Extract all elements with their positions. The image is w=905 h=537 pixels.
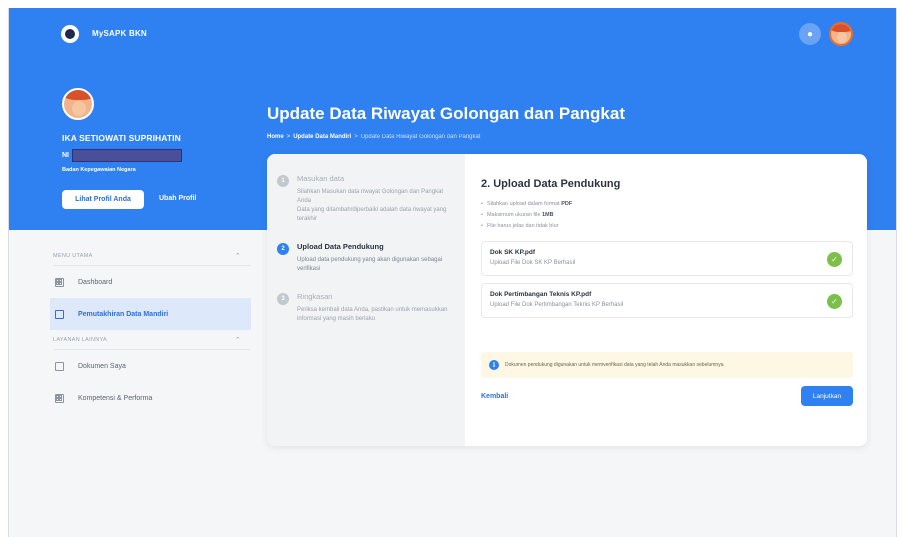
sidebar-item-dashboard[interactable]: Dashboard	[53, 266, 251, 298]
user-avatar[interactable]	[829, 22, 853, 46]
file-status: Upload File Dok SK KP Berhasil	[490, 260, 576, 266]
upload-rules: • Silahkan upload dalam format PDF • Maksi…	[481, 201, 853, 229]
step-description: Upload data pendukung yang akan digunaka…	[297, 257, 443, 272]
info-notice: i Dokumen pendukung digunakan untuk memv…	[481, 352, 853, 378]
next-button[interactable]: Lanjutkan	[801, 386, 853, 406]
sidebar-item-dokumen-saya[interactable]: Dokumen Saya	[53, 350, 251, 382]
view-profile-button[interactable]: Lihat Profil Anda	[62, 190, 144, 209]
file-name: Dok Pertimbangan Teknis KP.pdf	[490, 291, 592, 298]
breadcrumb-current: Update Data Riwayat Golongan dan Pangkat	[360, 134, 481, 140]
profile-name: IKA SETIOWATI SUPRIHATIN	[62, 133, 181, 143]
bell-icon[interactable]: ●	[799, 23, 821, 45]
sidebar-section-label: MENU UTAMA	[53, 252, 93, 259]
breadcrumb-home[interactable]: Home	[267, 134, 284, 140]
agency-name: Badan Kepegawaian Negara	[62, 167, 136, 173]
sidebar-item-label: Dokumen Saya	[78, 362, 126, 370]
nip-row: NI	[62, 149, 182, 162]
stepper: 1 Masukan data Silahkan Masukan data riw…	[267, 154, 465, 446]
sidebar-item-label: Dashboard	[78, 278, 113, 286]
step-title: Ringkasan	[297, 292, 333, 301]
sidebar-section-other[interactable]: LAYANAN LAINNYA ⌃	[53, 330, 251, 350]
upload-rule: • Maksimum ukuran file 1MB	[481, 212, 554, 218]
file-card-pertimbangan-teknis[interactable]: Dok Pertimbangan Teknis KP.pdf Upload Fi…	[481, 283, 853, 318]
app-frame: MySAPK BKN ● IKA SETIOWATI SUPRIHATIN NI…	[8, 8, 897, 537]
back-button[interactable]: Kembali	[481, 393, 508, 400]
sidebar-section-main[interactable]: MENU UTAMA ⌃	[53, 246, 251, 266]
wizard-actions: Kembali Lanjutkan	[481, 386, 853, 406]
file-status: Upload File Dok Pertimbangan Teknis KP B…	[490, 302, 624, 308]
app-name: MySAPK BKN	[92, 29, 147, 38]
profile-avatar	[62, 88, 94, 120]
file-name: Dok SK KP.pdf	[490, 249, 536, 256]
breadcrumb: Home > Update Data Mandiri > Update Data…	[267, 134, 480, 140]
step-number: 2	[277, 243, 289, 255]
dashboard-icon	[55, 277, 64, 287]
sidebar-item-label: Kompetensi & Performa	[78, 394, 153, 402]
sidebar: MENU UTAMA ⌃ Dashboard Pemutakhiran Data…	[50, 246, 251, 414]
sidebar-item-kompetensi[interactable]: Kompetensi & Performa	[53, 382, 251, 414]
upload-rule: • Silahkan upload dalam format PDF	[481, 201, 573, 207]
breadcrumb-update-data[interactable]: Update Data Mandiri	[293, 134, 351, 140]
step-number: 3	[277, 293, 289, 305]
upload-panel: 2. Upload Data Pendukung • Silahkan uploa…	[481, 178, 853, 406]
step-input-data: 1 Masukan data Silahkan Masukan data riw…	[277, 174, 451, 224]
page-title: Update Data Riwayat Golongan dan Pangkat	[267, 104, 626, 123]
check-circle-icon: ✓	[827, 252, 842, 267]
list-icon	[55, 309, 64, 319]
chevron-up-icon[interactable]: ⌃	[235, 336, 241, 344]
step-upload: 2 Upload Data Pendukung Upload data pend…	[277, 242, 451, 274]
check-circle-icon: ✓	[827, 294, 842, 309]
breadcrumb-separator: >	[354, 134, 358, 140]
step-title: Upload Data Pendukung	[297, 242, 384, 251]
nip-label: NI	[62, 152, 69, 159]
file-card-sk-kp[interactable]: Dok SK KP.pdf Upload File Dok SK KP Berh…	[481, 241, 853, 276]
chart-icon	[55, 393, 64, 403]
chevron-up-icon[interactable]: ⌃	[235, 252, 241, 260]
step-number: 1	[277, 175, 289, 187]
notice-text: Dokumen pendukung digunakan untuk memver…	[505, 362, 724, 368]
upload-title: 2. Upload Data Pendukung	[481, 178, 621, 190]
wizard-card: 1 Masukan data Silahkan Masukan data riw…	[267, 154, 867, 446]
step-title: Masukan data	[297, 174, 345, 183]
step-description: Silahkan Masukan data riwayat Golongan d…	[297, 189, 447, 222]
bkn-logo-icon[interactable]	[61, 25, 79, 43]
sidebar-item-label: Pemutakhiran Data Mandiri	[78, 310, 169, 318]
nip-redacted	[72, 149, 182, 162]
sidebar-item-pemutakhiran-data[interactable]: Pemutakhiran Data Mandiri	[50, 298, 251, 330]
info-icon: i	[489, 360, 499, 370]
step-summary: 3 Ringkasan Periksa kembali data Anda, p…	[277, 292, 451, 324]
breadcrumb-separator: >	[286, 134, 291, 140]
edit-profile-button[interactable]: Ubah Profil	[159, 195, 196, 202]
upload-rule: • File harus jelas dan tidak blur	[481, 223, 559, 229]
sidebar-section-label: LAYANAN LAINNYA	[53, 336, 108, 343]
document-icon	[55, 361, 64, 371]
step-description: Periksa kembali data Anda, pastikan untu…	[297, 307, 448, 322]
